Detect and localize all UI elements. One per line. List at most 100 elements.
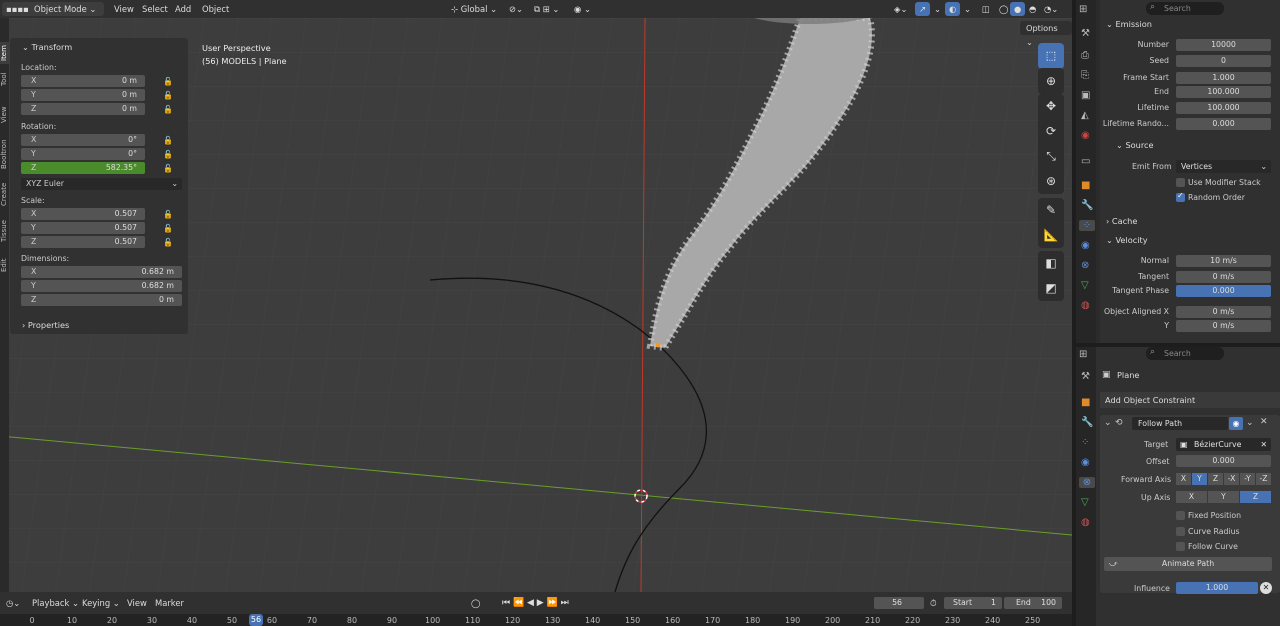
location-z-field[interactable]: Z 0 m (21, 103, 145, 115)
lock-icon[interactable]: 🔓 (163, 105, 173, 114)
overlay-toggle-icon[interactable]: ◐ (945, 2, 961, 16)
rotation-y-field[interactable]: Y 0° (21, 148, 145, 160)
add-object-tool-icon[interactable]: ◩ (1038, 276, 1064, 301)
move-tool-icon[interactable]: ✥ (1038, 94, 1064, 119)
use-modifier-stack-checkbox[interactable] (1176, 178, 1185, 187)
mode-selector[interactable]: Object Mode ⌄ (30, 2, 104, 16)
emission-row-field[interactable]: 100.000 (1176, 102, 1271, 114)
search-input[interactable]: Search (1146, 2, 1224, 15)
lock-icon[interactable]: 🔓 (163, 77, 173, 86)
emission-row-field[interactable]: 1.000 (1176, 72, 1271, 84)
source-header[interactable]: ⌄ Source (1116, 140, 1154, 150)
follow-curve-checkbox[interactable] (1176, 542, 1185, 551)
material-tab-icon[interactable]: ◍ (1081, 300, 1090, 311)
tab-edit[interactable]: Edit (0, 254, 9, 276)
curve-radius-checkbox[interactable] (1176, 527, 1185, 536)
emission-header[interactable]: ⌄ Emission (1106, 19, 1152, 29)
dimensions-x-field[interactable]: X 0.682 m (21, 266, 182, 278)
particles-tab-icon[interactable]: ⁘ (1079, 220, 1095, 231)
overlay-dropdown-icon[interactable]: ⌄ (960, 2, 975, 16)
dimensions-y-field[interactable]: Y 0.682 m (21, 280, 182, 292)
gizmo-dropdown-icon[interactable]: ⌄ (930, 2, 945, 16)
eye-icon[interactable]: ◉ (1229, 417, 1243, 430)
velocity-row-field[interactable]: 0 m/s (1176, 306, 1271, 318)
lock-icon[interactable]: 🔓 (163, 210, 173, 219)
tab-item[interactable]: Item (0, 42, 9, 64)
playhead-frame-indicator[interactable]: 56 (249, 614, 263, 626)
disable-keep-temp-icon[interactable]: ✕ (1260, 582, 1272, 594)
tool-tab-icon[interactable]: ⚒ (1081, 28, 1090, 39)
velocity-row-field[interactable]: 0 m/s (1176, 271, 1271, 283)
orientation-selector[interactable]: ⊹ Global ⌄ (447, 2, 501, 16)
transform-tool-icon[interactable]: ⊛ (1038, 169, 1064, 194)
timeline-editor-icon[interactable]: ◷⌄ (2, 596, 24, 610)
forward-axis-neg-y[interactable]: -Y (1240, 473, 1255, 485)
menu-view[interactable]: View (110, 2, 138, 16)
editor-type-icon[interactable]: ⊞ (1079, 349, 1087, 360)
forward-axis-z[interactable]: Z (1208, 473, 1223, 485)
scale-tool-icon[interactable]: ⤡ (1038, 144, 1064, 169)
menu-object[interactable]: Object (198, 2, 233, 16)
velocity-row-field[interactable]: 10 m/s (1176, 255, 1271, 267)
lock-icon[interactable]: 🔓 (163, 164, 173, 173)
add-constraint-button[interactable]: Add Object Constraint (1100, 392, 1280, 408)
emission-row-field[interactable]: 100.000 (1176, 86, 1271, 98)
properties-header[interactable]: › Properties (22, 320, 69, 330)
rotate-tool-icon[interactable]: ⟳ (1038, 119, 1064, 144)
emission-row-field[interactable]: 10000 (1176, 39, 1271, 51)
menu-timeline-view[interactable]: View (123, 596, 151, 610)
lock-icon[interactable]: 🔓 (163, 224, 173, 233)
rotation-mode-select[interactable]: XYZ Euler ⌄ (21, 178, 182, 190)
tab-booltron[interactable]: Booltron (0, 134, 9, 174)
up-axis-z[interactable]: Z (1240, 491, 1271, 503)
tab-tissue[interactable]: Tissue (0, 216, 9, 246)
view-layer-tab-icon[interactable]: ▣ (1081, 90, 1090, 101)
material-tab-icon[interactable]: ◍ (1081, 517, 1090, 528)
tab-create[interactable]: Create (0, 178, 9, 210)
shading-solid-icon[interactable]: ● (1010, 2, 1026, 16)
object-tab-icon[interactable]: ■ (1081, 397, 1090, 408)
scale-x-field[interactable]: X 0.507 (21, 208, 145, 220)
proportional-edit-icon[interactable]: ◉ ⌄ (570, 2, 595, 16)
dimensions-z-field[interactable]: Z 0 m (21, 294, 182, 306)
tab-tool[interactable]: Tool (0, 68, 9, 90)
forward-axis-neg-z[interactable]: -Z (1256, 473, 1271, 485)
chevron-down-icon[interactable]: ⌄ (1246, 418, 1254, 428)
modifier-tab-icon[interactable]: 🔧 (1081, 417, 1093, 428)
particles-tab-icon[interactable]: ⁘ (1081, 437, 1089, 448)
snap-icon[interactable]: ⧉ ⊞ ⌄ (530, 2, 563, 16)
transform-header[interactable]: ⌄ Transform (22, 42, 72, 52)
close-icon[interactable]: ✕ (1260, 417, 1268, 427)
velocity-header[interactable]: ⌄ Velocity (1106, 235, 1148, 245)
forward-axis-y[interactable]: Y (1192, 473, 1207, 485)
data-tab-icon[interactable]: ▽ (1081, 497, 1089, 508)
output-tab-icon[interactable]: ⎘ (1081, 70, 1089, 81)
select-tool-icon[interactable]: ⬚ (1038, 43, 1064, 69)
target-field[interactable]: BézierCurve ▣ ✕ (1176, 438, 1271, 451)
fixed-position-checkbox[interactable] (1176, 511, 1185, 520)
rotation-x-field[interactable]: X 0° (21, 134, 145, 146)
options-button[interactable]: Options ⌄ (1020, 21, 1072, 47)
shading-rendered-icon[interactable]: ◔⌄ (1040, 2, 1062, 16)
constraint-tab-icon[interactable]: ⊗ (1081, 260, 1089, 271)
lock-icon[interactable]: 🔓 (163, 238, 173, 247)
clock-icon[interactable]: ⏱ (926, 596, 941, 610)
location-y-field[interactable]: Y 0 m (21, 89, 145, 101)
up-axis-x[interactable]: X (1176, 491, 1207, 503)
object-tab-icon[interactable]: ■ (1081, 180, 1090, 191)
constraint-name-field[interactable]: Follow Path (1132, 417, 1228, 430)
scene-tab-icon[interactable]: ◭ (1081, 110, 1089, 121)
random-order-checkbox[interactable] (1176, 191, 1185, 202)
gizmo-toggle-icon[interactable]: ↗ (915, 2, 931, 16)
emission-row-field[interactable]: 0.000 (1176, 118, 1271, 130)
animate-path-button[interactable]: ⤻ Animate Path (1104, 557, 1272, 571)
lock-icon[interactable]: 🔓 (163, 91, 173, 100)
xray-icon[interactable]: ◫ (978, 2, 994, 16)
menu-marker[interactable]: Marker (151, 596, 188, 610)
physics-tab-icon[interactable]: ◉ (1081, 457, 1090, 468)
cache-header[interactable]: › Cache (1106, 216, 1137, 226)
lock-icon[interactable]: 🔓 (163, 136, 173, 145)
emit-from-select[interactable]: Vertices ⌄ (1176, 160, 1271, 173)
collection-tab-icon[interactable]: ▭ (1081, 156, 1090, 167)
forward-axis-neg-x[interactable]: -X (1224, 473, 1239, 485)
